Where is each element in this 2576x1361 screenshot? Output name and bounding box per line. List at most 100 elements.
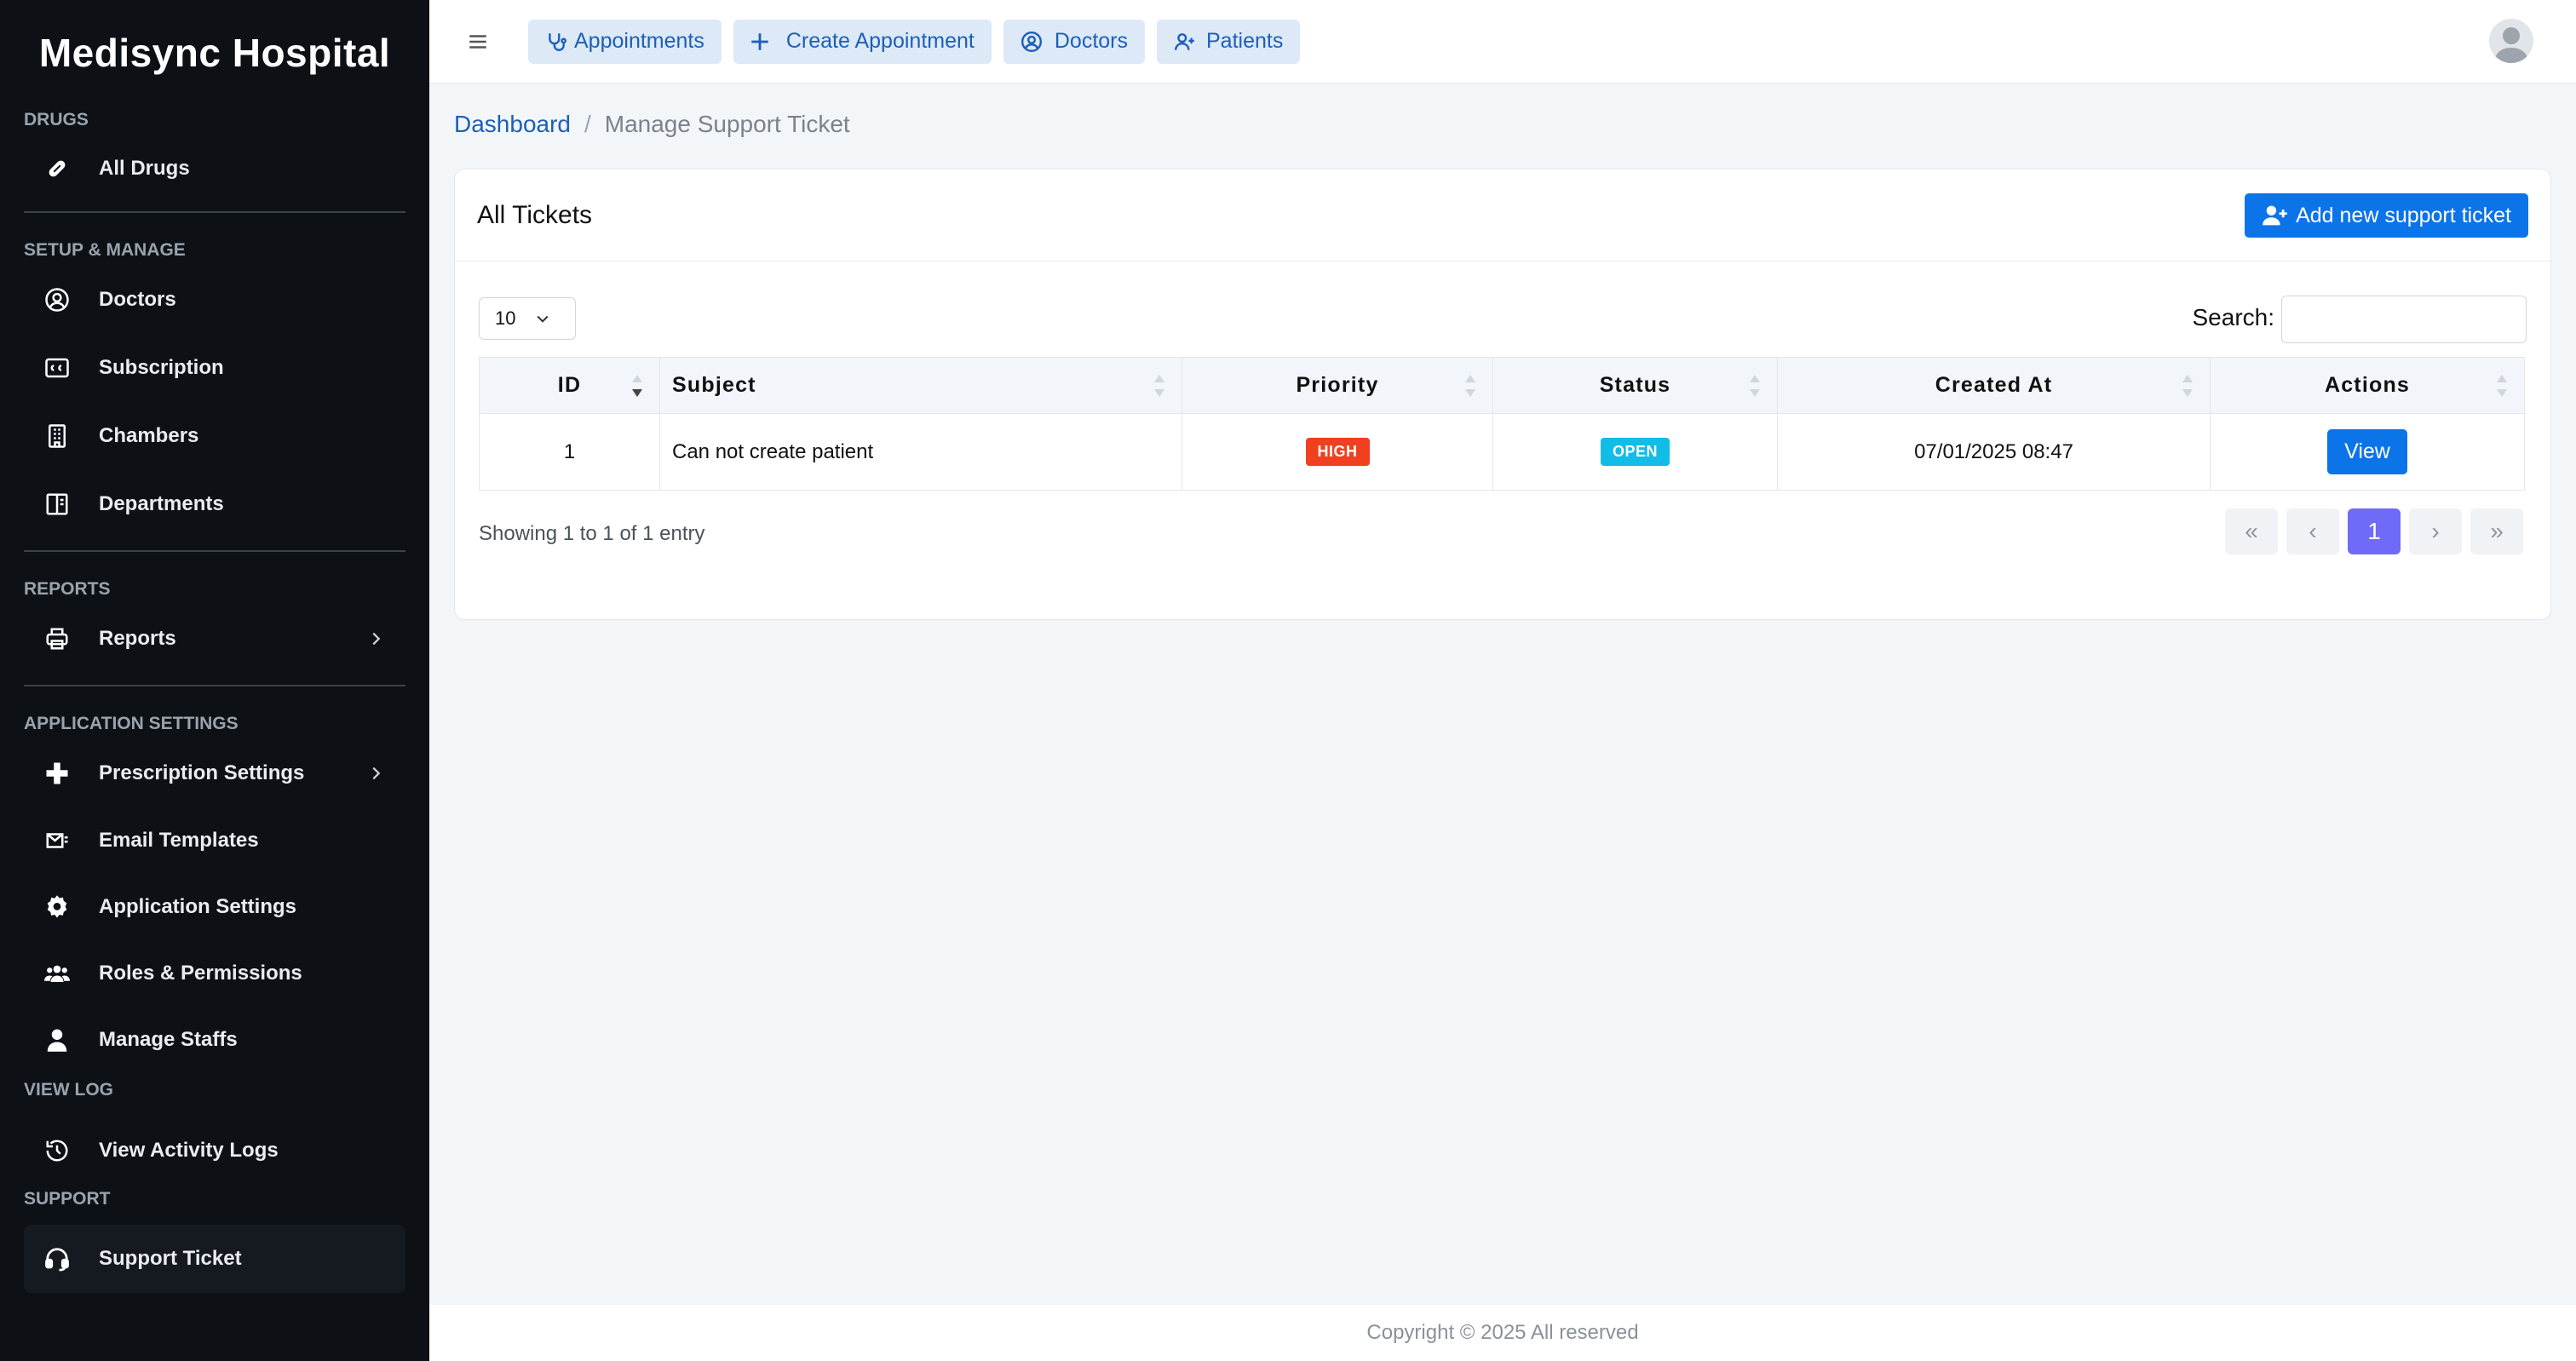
add-support-ticket-button[interactable]: Add new support ticket bbox=[2245, 193, 2528, 238]
search-input[interactable] bbox=[2281, 296, 2527, 343]
column-label: Priority bbox=[1296, 373, 1379, 397]
sidebar: Medisync Hospital Drugs All Drugs Setup … bbox=[0, 0, 429, 1361]
ticket-status-cell: OPEN bbox=[1492, 413, 1778, 491]
gear-icon bbox=[43, 893, 72, 922]
sidebar-item-activity-logs[interactable]: View Activity Logs bbox=[0, 1105, 429, 1196]
status-badge: OPEN bbox=[1600, 438, 1670, 466]
sidebar-item-label: Email Templates bbox=[99, 829, 259, 852]
ticket-priority-cell: HIGH bbox=[1182, 413, 1493, 491]
search-label: Search: bbox=[2192, 304, 2275, 330]
add-support-ticket-label: Add new support ticket bbox=[2296, 203, 2511, 227]
column-label: Created At bbox=[1935, 373, 2053, 397]
sidebar-item-label: Application Settings bbox=[99, 895, 297, 918]
sidebar-item-prescription-settings[interactable]: Prescription Settings bbox=[0, 739, 429, 807]
sidebar-item-email-templates[interactable]: Email Templates bbox=[0, 807, 429, 874]
table-info: Showing 1 to 1 of 1 entry bbox=[479, 522, 705, 545]
sidebar-item-manage-staffs[interactable]: Manage Staffs bbox=[0, 1007, 429, 1073]
breadcrumb-current: Manage Support Ticket bbox=[604, 111, 850, 137]
topbar: Appointments Create Appointment Doctors … bbox=[429, 0, 2576, 83]
sidebar-item-label: Doctors bbox=[99, 288, 176, 311]
pill-icon bbox=[43, 154, 72, 183]
sort-icon bbox=[1750, 374, 1760, 397]
id-card-icon bbox=[43, 353, 72, 382]
tickets-table: ID Subject Priority Status Created At Ac… bbox=[479, 357, 2525, 491]
sidebar-item-label: Departments bbox=[99, 492, 224, 515]
column-label: Actions bbox=[2324, 373, 2411, 397]
sidebar-item-label: Reports bbox=[99, 627, 176, 650]
sidebar-item-label: Prescription Settings bbox=[99, 761, 305, 784]
section-setup: Setup & Manage bbox=[24, 240, 186, 260]
chevron-right-icon bbox=[372, 767, 381, 780]
section-view-log: View Log bbox=[24, 1080, 113, 1100]
plus-icon bbox=[751, 32, 768, 50]
sidebar-item-subscription[interactable]: Subscription bbox=[0, 334, 429, 402]
doctors-button[interactable]: Doctors bbox=[1003, 19, 1145, 64]
divider bbox=[24, 685, 405, 686]
ticket-created-at: 07/01/2025 08:47 bbox=[1777, 413, 2211, 491]
column-header-id[interactable]: ID bbox=[479, 357, 660, 414]
pagination: « ‹ 1 › » bbox=[2217, 508, 2523, 554]
appointments-label: Appointments bbox=[574, 29, 704, 53]
history-icon bbox=[43, 1136, 72, 1165]
column-label: ID bbox=[557, 373, 582, 397]
sidebar-item-roles-permissions[interactable]: Roles & Permissions bbox=[0, 940, 429, 1007]
breadcrumb-separator: / bbox=[584, 111, 591, 137]
column-header-subject[interactable]: Subject bbox=[659, 357, 1182, 414]
sort-desc-icon bbox=[632, 374, 642, 397]
page-length-select[interactable]: 10 bbox=[479, 297, 576, 340]
next-page-button[interactable]: › bbox=[2409, 508, 2462, 554]
ticket-actions-cell: View bbox=[2210, 413, 2525, 491]
sort-icon bbox=[2497, 374, 2507, 397]
plus-icon bbox=[43, 759, 72, 788]
sidebar-item-label: Chambers bbox=[99, 424, 199, 447]
footer: Copyright © 2025 All reserved bbox=[429, 1305, 2576, 1361]
users-icon bbox=[43, 959, 72, 988]
ticket-subject: Can not create patient bbox=[659, 413, 1182, 491]
chevron-down-icon bbox=[537, 315, 549, 323]
column-header-priority[interactable]: Priority bbox=[1182, 357, 1493, 414]
card-header: All Tickets Add new support ticket bbox=[455, 169, 2550, 261]
first-page-button[interactable]: « bbox=[2225, 508, 2278, 554]
breadcrumb-dashboard-link[interactable]: Dashboard bbox=[454, 111, 571, 138]
stethoscope-icon bbox=[549, 32, 567, 51]
prev-page-button[interactable]: ‹ bbox=[2286, 508, 2339, 554]
create-appointment-button[interactable]: Create Appointment bbox=[733, 19, 992, 64]
sort-icon bbox=[2182, 374, 2193, 397]
sidebar-item-application-settings[interactable]: Application Settings bbox=[0, 874, 429, 940]
section-drugs: Drugs bbox=[24, 110, 89, 129]
section-reports: Reports bbox=[24, 579, 111, 599]
envelope-icon bbox=[43, 826, 72, 855]
column-header-created-at[interactable]: Created At bbox=[1777, 357, 2211, 414]
column-label: Status bbox=[1599, 373, 1671, 397]
patients-button[interactable]: Patients bbox=[1157, 19, 1301, 64]
divider bbox=[24, 550, 405, 552]
hamburger-menu-icon[interactable] bbox=[463, 27, 492, 56]
columns-icon bbox=[43, 490, 72, 519]
column-header-actions[interactable]: Actions bbox=[2210, 357, 2525, 414]
column-header-status[interactable]: Status bbox=[1492, 357, 1778, 414]
sidebar-item-departments[interactable]: Departments bbox=[0, 470, 429, 538]
sidebar-item-label: Support Ticket bbox=[99, 1247, 242, 1270]
sidebar-item-label: Roles & Permissions bbox=[99, 962, 302, 985]
create-appointment-label: Create Appointment bbox=[785, 29, 975, 53]
user-plus-icon bbox=[1174, 32, 1194, 50]
avatar[interactable] bbox=[2489, 19, 2533, 63]
current-page-button[interactable]: 1 bbox=[2348, 508, 2401, 554]
sidebar-item-reports[interactable]: Reports bbox=[0, 605, 429, 673]
sort-icon bbox=[1465, 374, 1475, 397]
breadcrumb: Dashboard / Manage Support Ticket bbox=[454, 111, 850, 138]
user-circle-icon bbox=[1021, 31, 1042, 52]
view-ticket-button[interactable]: View bbox=[2327, 429, 2407, 474]
section-app-settings: Application Settings bbox=[24, 714, 239, 733]
sidebar-item-label: Subscription bbox=[99, 356, 224, 379]
sidebar-item-support-ticket[interactable]: Support Ticket bbox=[24, 1225, 405, 1293]
sidebar-item-all-drugs[interactable]: All Drugs bbox=[0, 135, 429, 203]
priority-badge: HIGH bbox=[1305, 438, 1370, 466]
last-page-button[interactable]: » bbox=[2470, 508, 2523, 554]
sidebar-item-chambers[interactable]: Chambers bbox=[0, 402, 429, 470]
sidebar-item-doctors[interactable]: Doctors bbox=[0, 266, 429, 334]
user-circle-icon bbox=[43, 285, 72, 314]
divider bbox=[24, 211, 405, 213]
appointments-button[interactable]: Appointments bbox=[528, 19, 722, 64]
chevron-right-icon bbox=[372, 632, 381, 646]
